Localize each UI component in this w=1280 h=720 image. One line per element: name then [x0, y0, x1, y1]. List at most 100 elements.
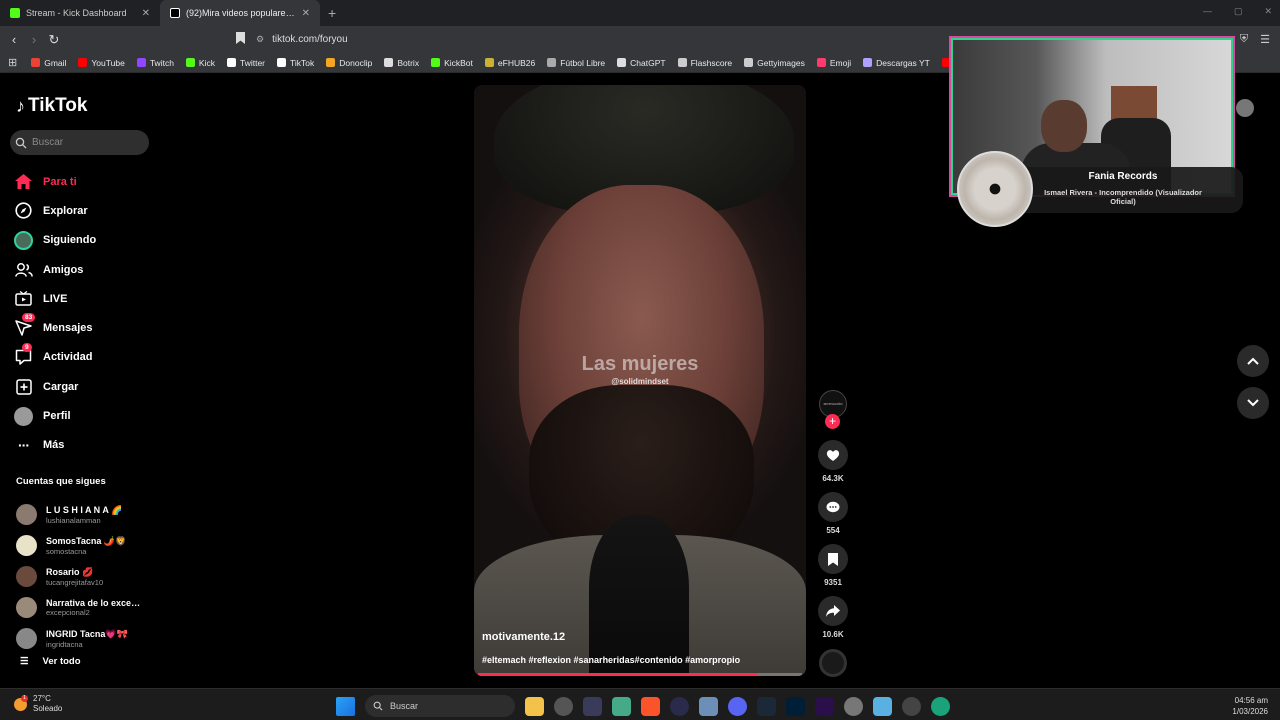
next-video-button[interactable] [1237, 387, 1269, 419]
avatar [16, 566, 37, 587]
bookmark-icon[interactable] [236, 32, 245, 44]
bookmark-item[interactable]: ChatGPT [617, 58, 666, 68]
brave-icon[interactable] [641, 696, 660, 716]
forward-icon[interactable]: › [24, 32, 44, 47]
like-button[interactable]: 64.3K [815, 440, 851, 483]
url-field[interactable]: ⚙ tiktok.com/foryou [256, 30, 946, 49]
nav-item-live[interactable]: LIVE [14, 284, 96, 313]
bookmark-item[interactable]: Descargas YT [863, 58, 930, 68]
photoshop-icon[interactable] [786, 696, 805, 716]
following-account[interactable]: INGRID Tacna💗🎀 ingridtacna [16, 623, 156, 654]
nav-label: Perfil [43, 410, 71, 423]
nav-label: Actividad [43, 351, 93, 364]
share-button[interactable]: 10.6K [815, 596, 851, 639]
apps-grid-icon[interactable]: ⊞ [8, 56, 17, 69]
following-account[interactable]: Rosario 💋 tucangrejitafav10 [16, 561, 156, 592]
following-account[interactable]: L U S H I A N A 🌈 lushianalamman [16, 499, 156, 530]
bookmark-item[interactable]: Donoclip [326, 58, 372, 68]
url-text: tiktok.com/foryou [272, 34, 348, 45]
following-account[interactable]: Narrativa de lo excepcionalexcepcional2 [16, 592, 156, 623]
creator-avatar-label: MOTIVACIÓN [823, 402, 843, 406]
follow-plus-button[interactable]: + [825, 414, 840, 429]
nav-item-cargar[interactable]: Cargar [14, 372, 96, 401]
bookmark-item[interactable]: Emoji [816, 58, 851, 68]
nav-label: Mensajes [43, 322, 93, 335]
site-info-icon[interactable]: ⚙ [256, 34, 264, 45]
restore-icon[interactable]: ▢ [1234, 6, 1243, 17]
tab-kick-dashboard[interactable]: Stream - Kick Dashboard ✕ [0, 0, 160, 26]
back-icon[interactable]: ‹ [4, 32, 24, 47]
steam-icon[interactable] [757, 696, 776, 716]
nav-item-actividad[interactable]: 9 Actividad [14, 342, 96, 372]
video-progress-bar[interactable] [478, 673, 802, 676]
nav-item-para-ti[interactable]: Para ti [14, 167, 96, 196]
premiere-icon[interactable] [815, 696, 834, 716]
new-tab-button[interactable]: + [328, 5, 336, 21]
bookmark-item[interactable]: Twitch [136, 58, 174, 68]
reload-icon[interactable]: ↻ [44, 32, 64, 48]
account-username: ingridtacna [46, 639, 83, 649]
see-all-button[interactable]: ☰ Ver todo [20, 656, 81, 667]
system-clock[interactable]: 04:56 am 1/03/2026 [1232, 695, 1268, 717]
bookmark-item[interactable]: Gettyimages [744, 58, 805, 68]
nav-item-siguiendo[interactable]: Siguiendo [14, 226, 96, 255]
search-input[interactable]: Buscar [10, 130, 149, 155]
file-explorer-icon[interactable] [525, 696, 544, 716]
tiktok-logo[interactable]: ♪ TikTok [16, 95, 87, 117]
app-green-icon[interactable] [612, 696, 631, 716]
user-avatar[interactable] [1236, 99, 1254, 117]
windows-start-icon[interactable] [336, 696, 355, 716]
tab-title: (92)Mira videos populares sobre [186, 8, 296, 18]
nav-item-perfil[interactable]: Perfil [14, 401, 96, 430]
close-tab-icon[interactable]: ✕ [302, 8, 310, 19]
close-window-icon[interactable]: ✕ [1264, 6, 1272, 17]
bookmark-favicon-icon [384, 58, 394, 67]
bookmark-item[interactable]: Flashscore [677, 58, 732, 68]
live-icon [14, 289, 33, 308]
media-player-icon[interactable] [670, 696, 689, 716]
notepad-icon[interactable] [873, 696, 892, 716]
video-caption[interactable]: #eltemach #reflexion #sanarheridas#conte… [482, 655, 740, 665]
save-button[interactable]: 9351 [815, 544, 851, 587]
nav-item-amigos[interactable]: Amigos [14, 255, 96, 284]
minimize-icon[interactable]: — [1203, 6, 1212, 17]
bookmark-item[interactable]: Twitter [226, 58, 265, 68]
taskbar-search[interactable]: Buscar [365, 695, 515, 717]
comment-button[interactable]: 554 [815, 492, 851, 535]
bookmark-favicon-icon [677, 58, 687, 67]
bookmark-item[interactable]: YouTube [78, 58, 125, 68]
bookmark-item[interactable]: KickBot [431, 58, 473, 68]
nav-item-mensajes[interactable]: 83 Mensajes [14, 313, 96, 342]
weather-widget[interactable]: 1 27°C Soleado [14, 694, 62, 714]
music-disc-icon[interactable] [819, 649, 847, 677]
chrome-icon[interactable] [554, 696, 573, 716]
account-name: INGRID Tacna💗🎀 [46, 628, 128, 639]
bookmark-item[interactable]: Botrix [384, 58, 419, 68]
calculator-icon[interactable] [699, 696, 718, 716]
discord-icon[interactable] [728, 696, 747, 716]
shield-icon[interactable]: ⛨ [1240, 33, 1248, 46]
temperature: 27°C [33, 694, 51, 703]
tab-tiktok[interactable]: (92)Mira videos populares sobre ✕ [160, 0, 320, 26]
video-author[interactable]: motivamente.12 [482, 631, 565, 643]
following-account[interactable]: SomosTacna 🌶️🦁 somostacna [16, 530, 156, 561]
video-player[interactable]: Las mujeres @solidmindset motivamente.12… [474, 85, 806, 676]
previous-video-button[interactable] [1237, 345, 1269, 377]
bookmark-label: Descargas YT [876, 57, 930, 68]
nav-item-m-s[interactable]: ··· Más [14, 431, 96, 460]
bookmark-item[interactable]: eFHUB26 [484, 58, 535, 68]
close-tab-icon[interactable]: ✕ [142, 8, 150, 19]
bookmark-favicon-icon [185, 58, 195, 67]
bookmark-item[interactable]: TikTok [277, 58, 314, 68]
bookmark-item[interactable]: Kick [185, 58, 215, 68]
bookmark-item[interactable]: Gmail [31, 58, 66, 68]
play-icon[interactable] [902, 696, 921, 716]
edge-icon[interactable] [931, 696, 950, 716]
menu-icon[interactable]: ☰ [1260, 33, 1270, 46]
nav-item-explorar[interactable]: Explorar [14, 196, 96, 225]
account-username: somostacna [46, 546, 87, 556]
webcam-person [1041, 100, 1087, 152]
app-icon[interactable] [583, 696, 602, 716]
settings-icon[interactable] [844, 696, 863, 716]
bookmark-item[interactable]: Fútbol Libre [547, 58, 605, 68]
